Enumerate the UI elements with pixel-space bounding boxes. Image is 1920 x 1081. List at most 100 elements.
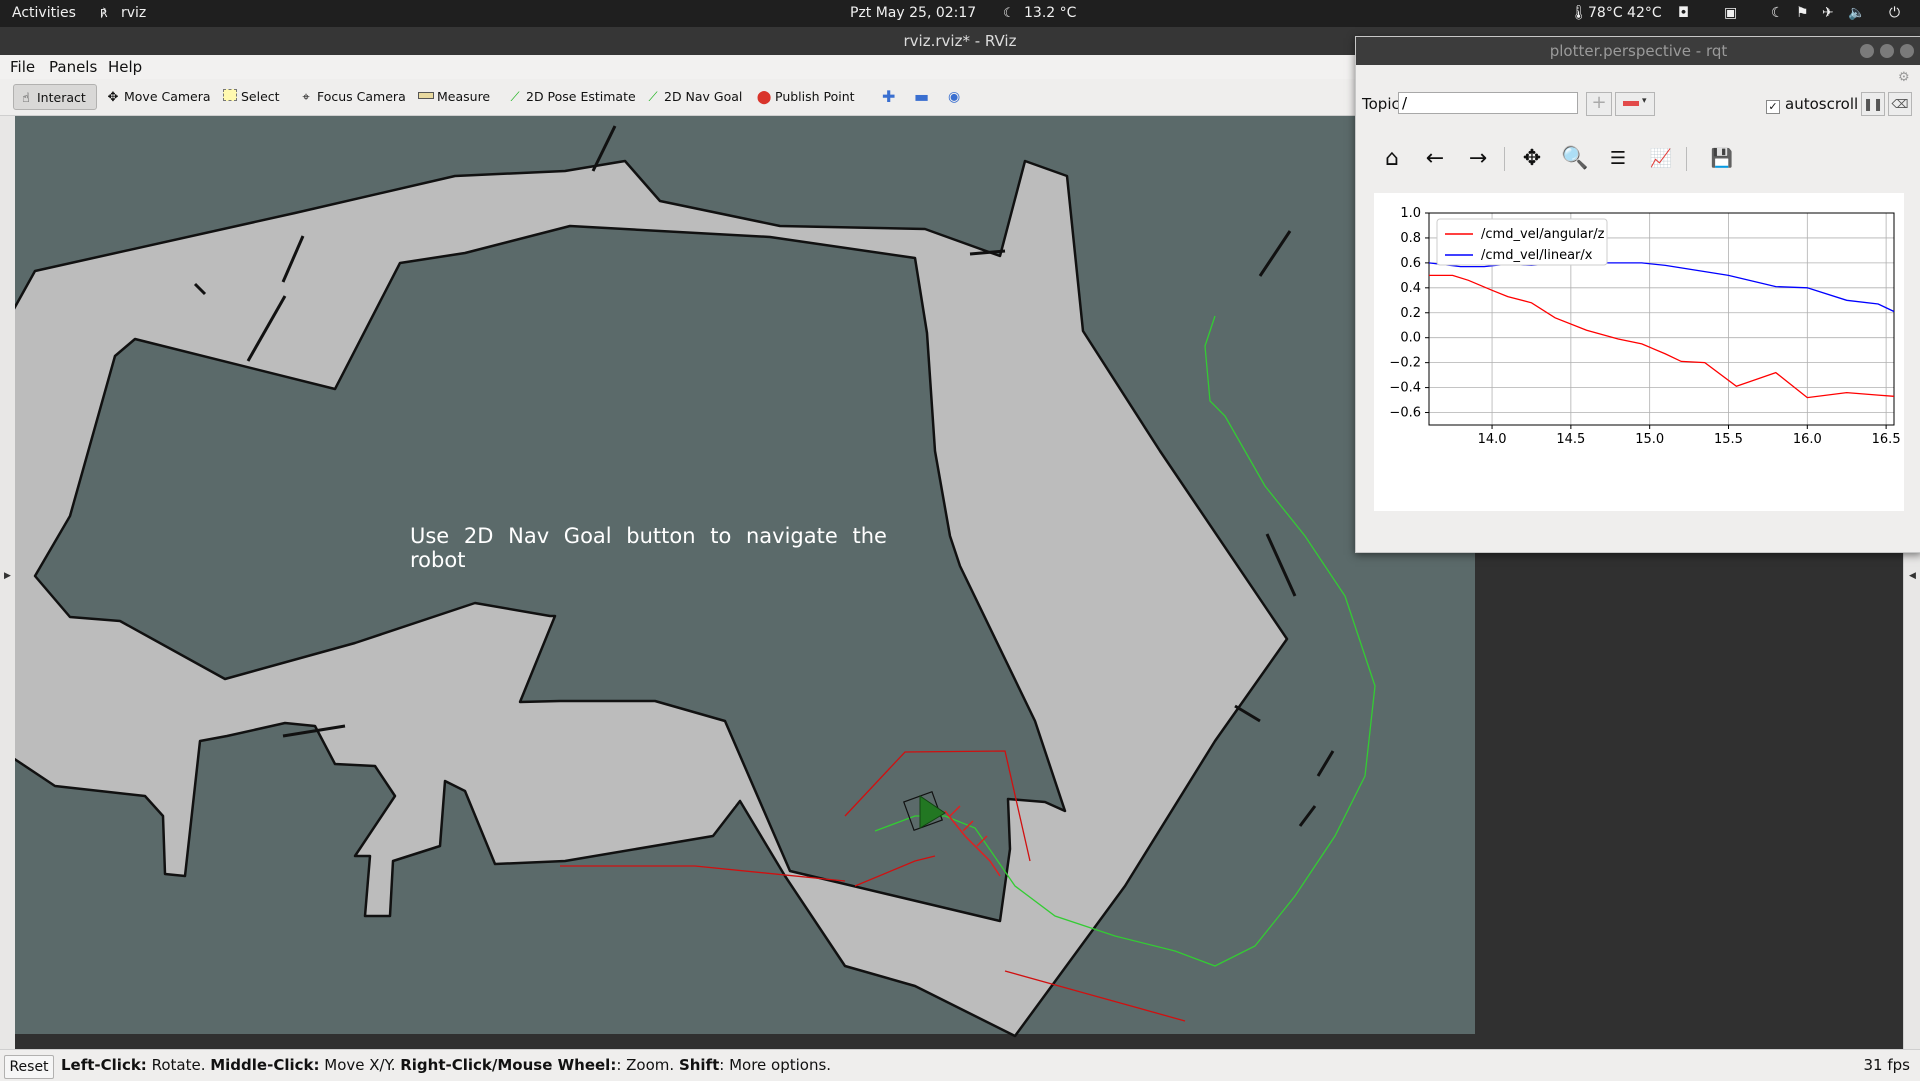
pause-icon: ❚❚ [1862,97,1884,111]
tool-publish-point[interactable]: ⬤ Publish Point [752,84,861,110]
rqt-plot-window: plotter.perspective - rqt ⚙ Topic / + ▾ … [1355,36,1920,553]
remove-tool-button[interactable]: ▬ [910,84,935,110]
tool-measure[interactable]: Measure [414,84,496,110]
activities-button[interactable]: Activities [12,0,76,27]
rqt-window-title: plotter.perspective - rqt [1356,37,1920,65]
hint-key: Right-Click/Mouse Wheel: [400,1056,617,1074]
menu-file[interactable]: File [10,58,35,76]
tool-move-camera[interactable]: ✥ Move Camera [101,84,217,110]
tool-label: 2D Nav Goal [664,89,743,104]
plot-canvas[interactable]: 14.0 14.5 15.0 15.5 16.0 16.5 1.0 0.8 0.6 0.4 0.2 0… [1374,193,1904,511]
volume-icon[interactable]: 🔈 [1848,0,1865,27]
y-tick-label: 0.2 [1400,306,1421,321]
tool-label: 2D Pose Estimate [526,89,636,104]
minus-icon [1623,101,1639,106]
x-tick-label: 16.0 [1793,432,1822,447]
x-tick-label: 14.5 [1556,432,1585,447]
forward-icon[interactable]: → [1464,145,1492,173]
tool-focus-camera[interactable]: ⌖ Focus Camera [294,84,412,110]
x-tick-label: 16.5 [1872,432,1901,447]
thermometer-icon: 🌡 [1570,5,1588,21]
pause-button[interactable]: ❚❚ [1861,92,1885,116]
app-menu[interactable]: rviz [121,0,146,27]
view-menu-button[interactable]: ◉ [944,84,966,110]
discord-icon[interactable]: ◘ [1678,0,1689,27]
topic-input[interactable]: / [1398,92,1578,114]
autoscroll-checkbox[interactable]: ✓ autoscroll [1766,95,1858,114]
tool-2d-pose-estimate[interactable]: ⟋ 2D Pose Estimate [503,84,642,110]
tool-interact[interactable]: ☝ Interact [13,84,97,110]
x-tick-label: 14.0 [1478,432,1507,447]
add-topic-button[interactable]: + [1586,92,1612,116]
tool-label: Move Camera [124,89,211,104]
legend-label: /cmd_vel/linear/x [1481,248,1593,263]
toolbar-separator [1686,147,1687,171]
green-arrow-icon: ⟋ [648,90,658,105]
save-icon[interactable]: 💾 [1708,145,1736,173]
pan-icon[interactable]: ✥ [1518,145,1546,173]
plus-icon: ✚ [882,87,896,106]
collapse-arrow-icon: ◀ [1909,571,1916,581]
remove-topic-button[interactable]: ▾ [1615,92,1655,116]
hand-icon: ☝ [22,91,30,106]
menu-panels[interactable]: Panels [49,58,97,76]
hint-text: Rotate. [146,1056,211,1074]
fps-counter: 31 fps [1863,1056,1910,1074]
menu-help[interactable]: Help [108,58,142,76]
reset-button[interactable]: Reset [4,1055,54,1079]
eye-icon: ◉ [948,89,961,105]
navigation-hint-overlay: Use 2D Nav Goal button to navigate the r… [410,524,887,572]
map-pin-icon: ⬤ [756,90,772,105]
hint-key: Shift [678,1056,720,1074]
minimize-button[interactable] [1860,44,1874,58]
network-icon[interactable]: ⚑ [1796,0,1809,27]
maximize-button[interactable] [1880,44,1894,58]
configure-icon[interactable]: ☰ [1604,145,1632,173]
weather-temp[interactable]: 13.2 °C [1024,0,1076,27]
airplane-icon[interactable]: ✈ [1822,0,1834,27]
hint-key: Left-Click: [61,1056,147,1074]
tool-label: Select [241,89,280,104]
measure-icon [418,85,434,111]
zoom-icon[interactable]: 🔍 [1561,145,1589,173]
back-icon[interactable]: ← [1421,145,1449,173]
legend-label: /cmd_vel/angular/z [1481,227,1605,242]
gear-icon[interactable]: ⚙ [1898,70,1910,85]
mouse-hint: Left-Click: Rotate. Middle-Click: Move X… [61,1056,831,1074]
x-tick-label: 15.0 [1635,432,1664,447]
topic-label: Topic [1362,95,1400,113]
rviz-app-icon: ℟ [100,7,108,20]
power-icon[interactable]: ⏻ [1889,0,1900,27]
clock[interactable]: Pzt May 25, 02:17 [850,0,976,27]
night-mode-icon[interactable]: ☾ [1771,0,1784,27]
edit-curves-icon[interactable]: 📈 [1647,145,1675,173]
home-icon[interactable]: ⌂ [1378,145,1406,173]
y-tick-label: −0.2 [1389,356,1421,371]
y-tick-label: −0.6 [1389,406,1421,421]
y-tick-label: −0.4 [1389,381,1421,396]
tray-app-icon[interactable]: ▣ [1724,0,1737,27]
plus-icon: + [1591,92,1607,113]
select-icon [222,85,238,111]
hint-key: Middle-Click: [210,1056,320,1074]
add-tool-button[interactable]: ✚ [878,84,901,110]
clear-button[interactable]: ⌫ [1888,92,1912,116]
series-line-1 [1428,262,1895,313]
tool-label: Interact [37,90,86,105]
move-camera-icon: ✥ [107,90,119,105]
x-tick-label: 15.5 [1714,432,1743,447]
tool-label: Publish Point [775,89,855,104]
left-dock-handle[interactable]: ▶ [0,116,16,1049]
tool-2d-nav-goal[interactable]: ⟋ 2D Nav Goal [641,84,748,110]
y-tick-label: 0.8 [1400,231,1421,246]
y-tick-label: 0.0 [1400,331,1421,346]
green-arrow-icon: ⟋ [510,90,520,105]
sensor-temps[interactable]: 78°C 42°C [1588,0,1662,27]
close-button[interactable] [1900,44,1914,58]
checkbox-check-icon: ✓ [1766,100,1780,114]
line-chart[interactable]: 14.0 14.5 15.0 15.5 16.0 16.5 1.0 0.8 0.6 0.4 0.2 0… [1374,193,1904,511]
status-bar: Reset Left-Click: Rotate. Middle-Click: … [0,1049,1920,1081]
tool-select[interactable]: Select [218,84,286,110]
weather-icon: ☾ [1003,6,1015,21]
chevron-down-icon: ▾ [1642,96,1647,106]
